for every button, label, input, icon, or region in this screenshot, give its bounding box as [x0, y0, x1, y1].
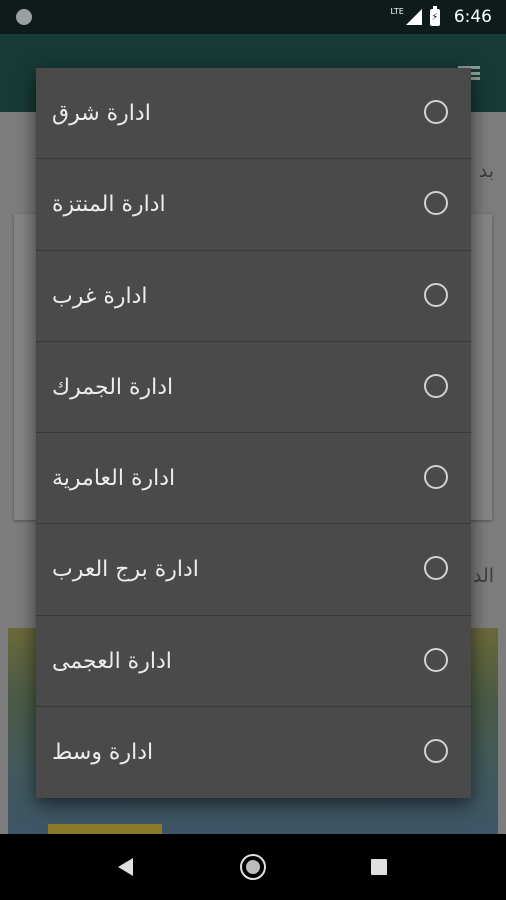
radio-button[interactable]: [424, 282, 448, 307]
option-label: ادارة العامرية: [52, 466, 176, 491]
option-gomrok[interactable]: ادارة الجمرك: [36, 342, 471, 433]
status-icons: LTE ⚡ 6:46: [391, 0, 492, 34]
recent-apps-icon[interactable]: [371, 859, 387, 875]
selection-dialog: ادارة شرق ادارة المنتزة ادارة غرب ادارة …: [36, 68, 471, 798]
option-label: ادارة الجمرك: [52, 374, 174, 400]
clock: 6:46: [453, 7, 492, 27]
status-bar: LTE ⚡ 6:46: [0, 0, 506, 34]
radio-button[interactable]: [424, 373, 448, 398]
navigation-bar: [0, 834, 506, 900]
option-label: ادارة المنتزة: [52, 192, 166, 218]
signal-icon: [405, 9, 422, 25]
option-label: ادارة وسط: [52, 739, 154, 765]
option-east[interactable]: ادارة شرق: [36, 68, 471, 160]
option-label: ادارة غرب: [52, 283, 148, 309]
radio-button[interactable]: [424, 647, 448, 672]
banner-button: [48, 824, 162, 834]
option-label: ادارة برج العرب: [52, 557, 199, 583]
radio-button[interactable]: [424, 738, 448, 763]
option-montaza[interactable]: ادارة المنتزة: [36, 159, 471, 251]
radio-button[interactable]: [424, 465, 448, 489]
option-west[interactable]: ادارة غرب: [36, 251, 471, 342]
battery-charging-icon: ⚡: [429, 5, 440, 26]
radio-button[interactable]: [424, 100, 448, 124]
radio-button[interactable]: [424, 191, 448, 216]
radio-button[interactable]: [424, 556, 448, 581]
option-borg-el-arab[interactable]: ادارة برج العرب: [36, 524, 471, 616]
background-text: بد: [478, 160, 494, 182]
option-agamy[interactable]: ادارة العجمى: [36, 616, 471, 707]
option-label: ادارة العجمى: [52, 648, 172, 674]
option-amreya[interactable]: ادارة العامرية: [36, 433, 471, 525]
lte-label: LTE: [390, 6, 404, 16]
option-center[interactable]: ادارة وسط: [36, 707, 471, 798]
home-icon[interactable]: [240, 854, 266, 880]
notification-dot-icon: [16, 9, 32, 25]
back-icon[interactable]: [118, 858, 133, 876]
background-text: الد: [472, 565, 494, 587]
option-label: ادارة شرق: [52, 101, 151, 126]
